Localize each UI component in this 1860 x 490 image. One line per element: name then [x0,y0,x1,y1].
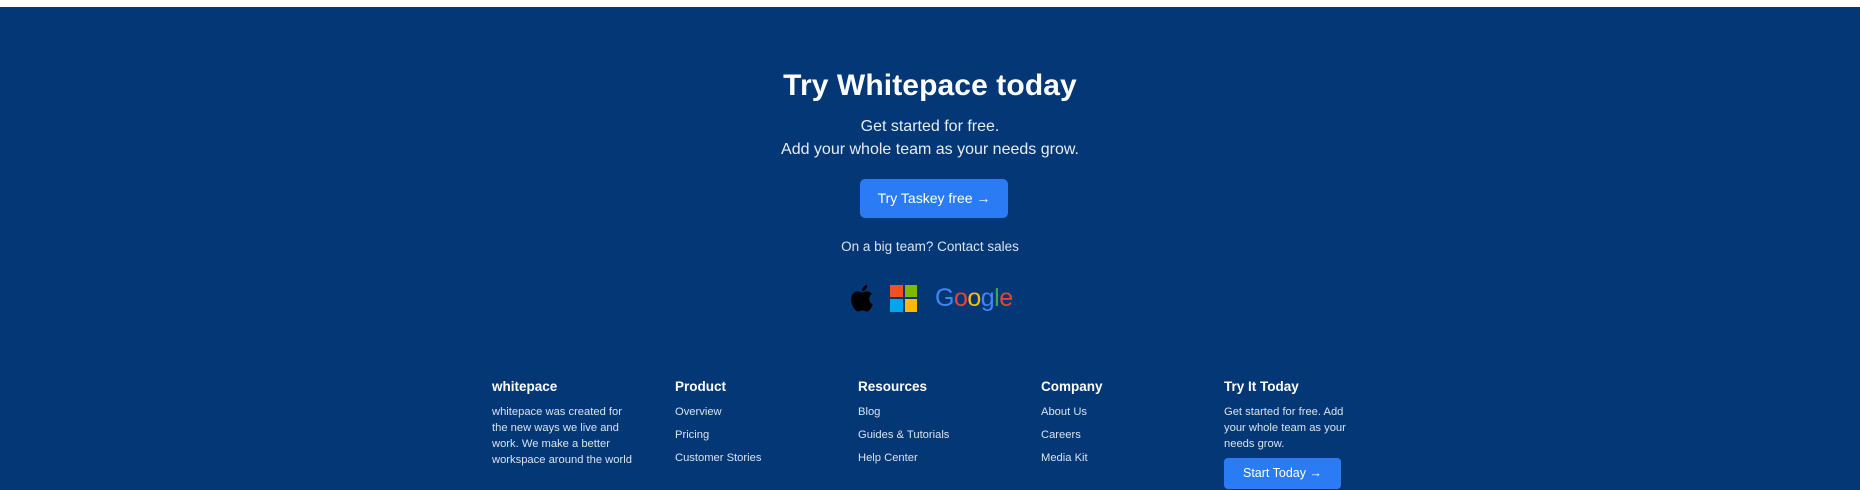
footer-link-pricing[interactable]: Pricing [675,427,825,443]
footer-link-guides[interactable]: Guides & Tutorials [858,427,1008,443]
platform-logos: Google [848,282,1013,314]
footer-link-overview[interactable]: Overview [675,404,825,420]
contact-sales-line[interactable]: On a big team? Contact sales [0,239,1860,254]
start-today-button[interactable]: Start Today → [1224,458,1341,489]
footer-product-heading: Product [675,379,727,394]
footer-col-brand: whitepace whitepace was created for the … [492,379,640,468]
footer-link-about-us[interactable]: About Us [1041,404,1191,420]
footer-link-blog[interactable]: Blog [858,404,1008,420]
footer-link-help-center[interactable]: Help Center [858,450,1008,466]
footer-col-resources: Resources Blog Guides & Tutorials Help C… [858,379,1008,473]
footer-link-customer-stories[interactable]: Customer Stories [675,450,825,466]
cta-footer-section: Try Whitepace today Get started for free… [0,7,1860,490]
footer-try-text: Get started for free. Add your whole tea… [1224,406,1346,450]
cta-title: Try Whitepace today [783,69,1077,102]
cta-subtitle-line2: Add your whole team as your needs grow. [781,141,1079,158]
footer-company-heading: Company [1041,379,1103,394]
footer-col-try: Try It Today Get started for free. Add y… [1224,379,1364,489]
footer-brand-heading: whitepace [492,379,558,394]
top-strip [0,0,1860,7]
try-free-button[interactable]: Try Taskey free → [860,179,1008,218]
footer-try-heading: Try It Today [1224,379,1299,394]
cta-subtitle-line1: Get started for free. [860,118,1000,135]
google-logo-icon: Google [935,284,1013,312]
microsoft-logo-icon [890,284,917,312]
contact-sales-link[interactable]: On a big team? Contact sales [841,239,1019,254]
apple-logo-icon [851,285,873,312]
footer-brand-text: whitepace was created for the new ways w… [492,406,632,466]
footer-link-careers[interactable]: Careers [1041,427,1191,443]
footer-resources-heading: Resources [858,379,928,394]
footer-col-company: Company About Us Careers Media Kit [1041,379,1191,473]
footer-col-product: Product Overview Pricing Customer Storie… [675,379,825,473]
footer-link-media-kit[interactable]: Media Kit [1041,450,1191,466]
